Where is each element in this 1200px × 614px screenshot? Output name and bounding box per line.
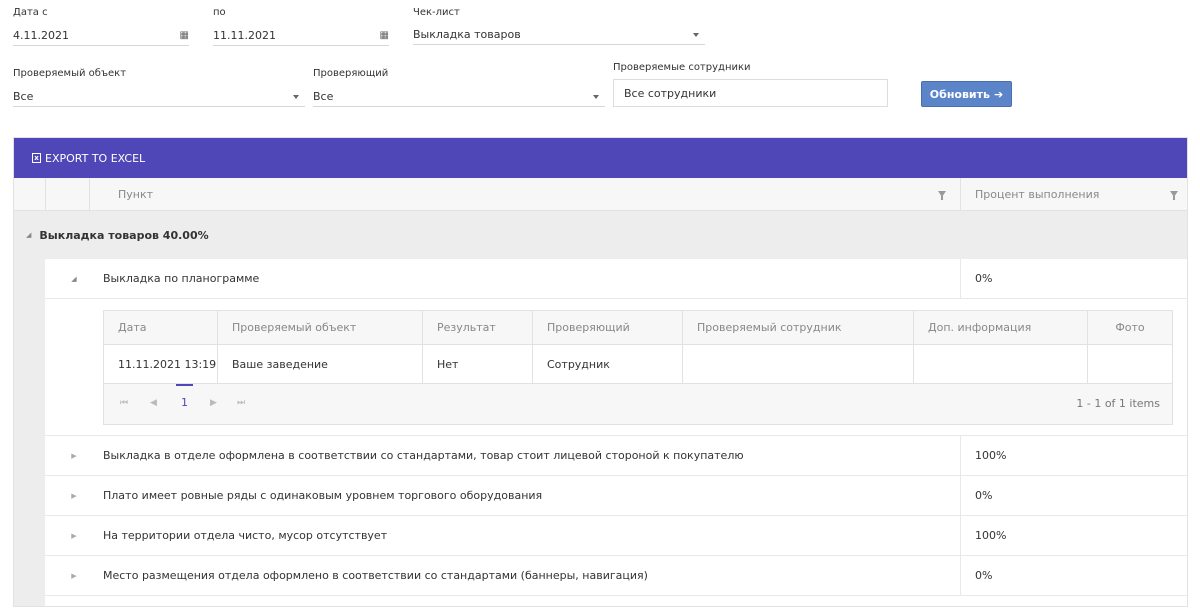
filter-icon[interactable] [1170, 191, 1178, 200]
row-percent: 0% [975, 489, 993, 502]
row-percent: 100% [975, 449, 1007, 462]
row-label: Выкладка по планограмме [103, 272, 260, 285]
object-select[interactable]: Все [13, 87, 305, 107]
checklist-label: Чек-лист [413, 7, 460, 18]
collapse-icon[interactable]: ◢ [26, 231, 31, 239]
export-excel-button[interactable]: EXPORT TO EXCEL [45, 152, 145, 165]
group-row[interactable]: ◢ Выкладка товаров 40.00% [14, 211, 1187, 259]
detail-panel: Дата Проверяемый объект Результат Провер… [45, 299, 1187, 436]
object-label: Проверяемый объект [13, 68, 127, 79]
report-grid: x EXPORT TO EXCEL Пункт Процент выполнен… [13, 137, 1188, 607]
date-from-label: Дата с [13, 7, 48, 18]
last-page-icon[interactable]: ⏭ [237, 398, 245, 408]
detail-col-photo[interactable]: Фото [1088, 311, 1172, 344]
date-to-label: по [213, 7, 226, 18]
expand-icon[interactable]: ▶ [45, 452, 103, 460]
employees-label: Проверяемые сотрудники [613, 62, 751, 73]
checklist-value: Выкладка товаров [413, 28, 521, 41]
detail-row[interactable]: 11.11.2021 13:19 Ваше заведение Нет Сотр… [104, 345, 1172, 384]
arrow-right-icon: ➔ [993, 87, 1004, 101]
expand-icon[interactable]: ▶ [45, 532, 103, 540]
detail-cell-result: Нет [423, 345, 533, 383]
row-percent: 0% [975, 569, 993, 582]
grid-header: Пункт Процент выполнения [14, 178, 1187, 211]
detail-col-date[interactable]: Дата [104, 311, 218, 344]
detail-cell-inspector: Сотрудник [533, 345, 683, 383]
first-page-icon[interactable]: ⏮ [120, 398, 128, 408]
detail-cell-object: Ваше заведение [218, 345, 423, 383]
row-percent: 100% [975, 529, 1007, 542]
detail-col-info[interactable]: Доп. информация [914, 311, 1088, 344]
group-label: Выкладка товаров 40.00% [39, 228, 209, 242]
next-page-icon[interactable]: ▶ [210, 398, 217, 408]
refresh-button-label: Обновить [929, 87, 990, 101]
row-label: На территории отдела чисто, мусор отсутс… [103, 529, 388, 542]
row-label: Плато имеет ровные ряды с одинаковым уро… [103, 489, 543, 502]
table-row[interactable]: ▶ Плато имеет ровные ряды с одинаковым у… [45, 476, 1187, 516]
collapse-icon[interactable]: ◢ [45, 275, 103, 283]
object-value: Все [13, 90, 34, 103]
inspector-select[interactable]: Все [313, 87, 605, 107]
detail-table: Дата Проверяемый объект Результат Провер… [103, 310, 1173, 425]
detail-col-object[interactable]: Проверяемый объект [218, 311, 423, 344]
detail-col-inspector[interactable]: Проверяющий [533, 311, 683, 344]
chevron-down-icon [593, 94, 599, 99]
row-label: Место размещения отдела оформлено в соот… [103, 569, 648, 582]
detail-col-result[interactable]: Результат [423, 311, 533, 344]
page-number[interactable]: 1 [176, 384, 193, 409]
row-percent: 0% [975, 272, 993, 285]
inspector-value: Все [313, 90, 334, 103]
expand-icon[interactable]: ▶ [45, 492, 103, 500]
detail-cell-employee [683, 345, 914, 383]
row-label: Выкладка в отделе оформлена в соответств… [103, 449, 744, 462]
table-row[interactable]: ▶ Выкладка в отделе оформлена в соответс… [45, 436, 1187, 476]
employees-field[interactable]: Все сотрудники [613, 79, 888, 107]
prev-page-icon[interactable]: ◀ [150, 398, 157, 408]
detail-col-employee[interactable]: Проверяемый сотрудник [683, 311, 914, 344]
excel-icon: x [32, 153, 41, 163]
calendar-icon[interactable]: ▦ [380, 30, 389, 41]
pager-info: 1 - 1 of 1 items [1076, 397, 1160, 410]
detail-header: Дата Проверяемый объект Результат Провер… [104, 311, 1172, 345]
table-row[interactable]: ▶ Место размещения отдела оформлено в со… [45, 556, 1187, 596]
employees-value: Все сотрудники [624, 86, 717, 100]
detail-cell-photo [1088, 345, 1172, 383]
column-header-item[interactable]: Пункт [118, 188, 153, 201]
date-from-value: 4.11.2021 [13, 29, 69, 42]
detail-cell-info [914, 345, 1088, 383]
filter-icon[interactable] [938, 191, 946, 200]
chevron-down-icon [293, 94, 299, 99]
column-header-percent[interactable]: Процент выполнения [975, 188, 1099, 201]
inspector-label: Проверяющий [313, 68, 389, 79]
table-row[interactable]: ▶ На территории отдела чисто, мусор отсу… [45, 516, 1187, 556]
refresh-button[interactable]: Обновить ➔ [921, 81, 1012, 107]
date-to-field[interactable]: 11.11.2021 ▦ [213, 26, 389, 46]
pager: ⏮ ◀ 1 ▶ ⏭ 1 - 1 of 1 items [104, 384, 1172, 424]
detail-cell-date: 11.11.2021 13:19 [104, 345, 218, 383]
chevron-down-icon [693, 32, 699, 37]
grid-toolbar: x EXPORT TO EXCEL [14, 138, 1187, 178]
group-indent [14, 259, 45, 606]
expand-icon[interactable]: ▶ [45, 572, 103, 580]
checklist-select[interactable]: Выкладка товаров [413, 25, 705, 45]
calendar-icon[interactable]: ▦ [180, 30, 189, 41]
date-to-value: 11.11.2021 [213, 29, 276, 42]
date-from-field[interactable]: 4.11.2021 ▦ [13, 26, 189, 46]
table-row[interactable]: ◢ Выкладка по планограмме 0% [45, 259, 1187, 299]
